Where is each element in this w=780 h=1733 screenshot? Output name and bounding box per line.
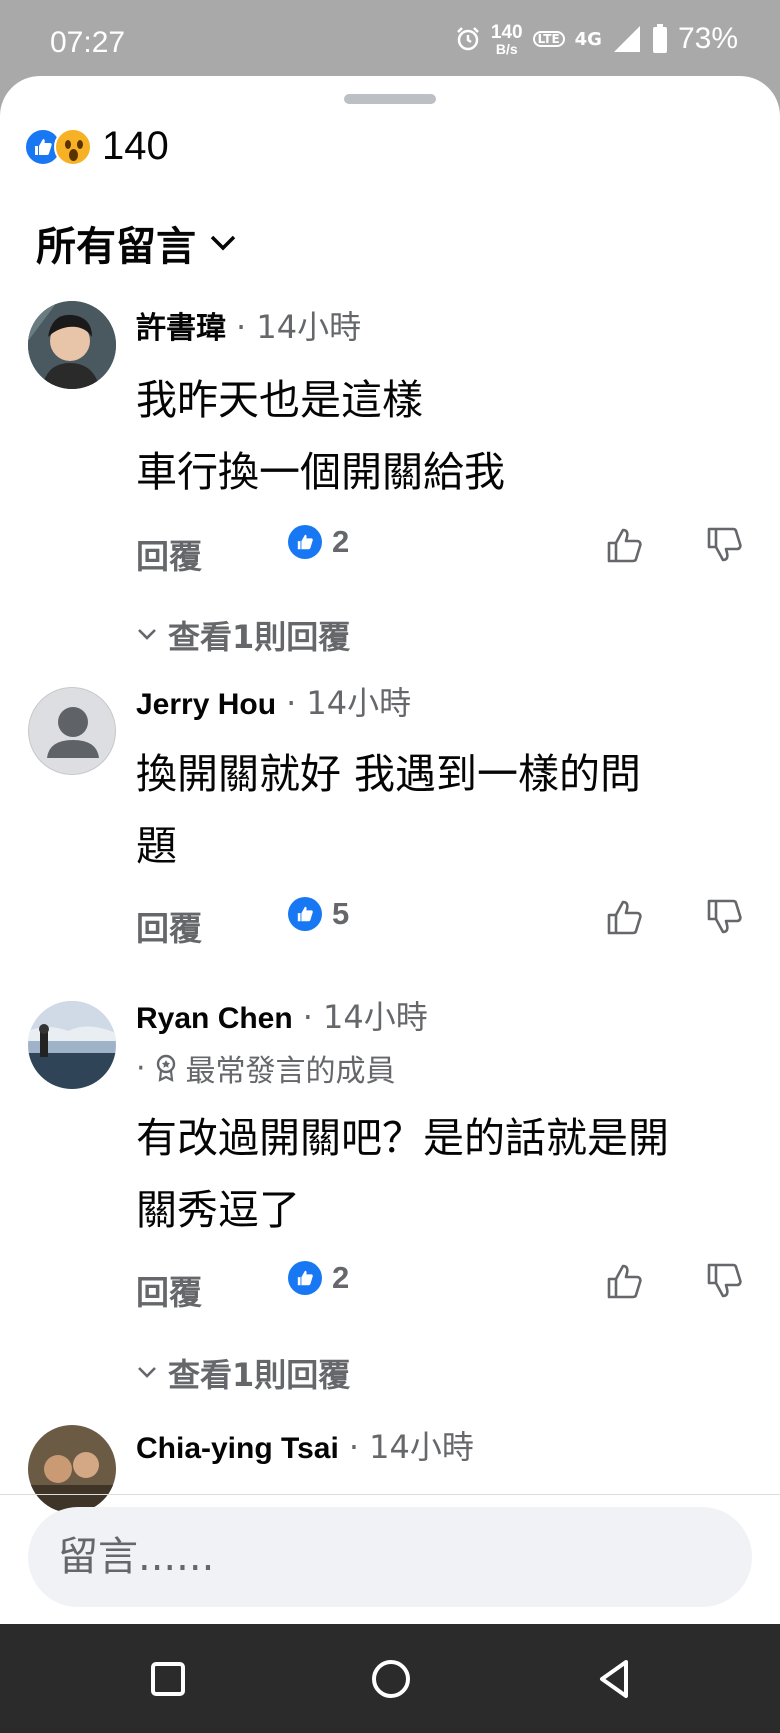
thumbs-down-icon[interactable] [706, 526, 744, 564]
like-icon [288, 1261, 322, 1295]
view-replies-link[interactable]: 查看1則回覆 [136, 1350, 350, 1396]
comment-likes[interactable]: 2 [288, 1260, 349, 1296]
recents-icon[interactable] [145, 1656, 191, 1702]
default-avatar-icon [47, 707, 99, 758]
comment-likes[interactable]: 2 [288, 524, 349, 560]
home-icon[interactable] [368, 1656, 414, 1702]
thumbs-up-icon[interactable] [606, 526, 644, 564]
net-speed: 140 B/s [490, 21, 523, 57]
filter-label: 所有留言 [36, 224, 196, 270]
reply-button[interactable]: 回覆 [136, 1266, 202, 1314]
composer-divider [0, 1494, 780, 1495]
wow-icon [54, 127, 92, 166]
comment-filter-dropdown[interactable]: 所有留言 [36, 214, 238, 272]
like-count: 2 [332, 524, 350, 559]
chevron-down-icon [210, 235, 236, 251]
reply-button[interactable]: 回覆 [136, 902, 202, 950]
system-nav-bar [0, 1624, 780, 1733]
comment-time[interactable]: · 14小時 [236, 302, 361, 348]
comment-time[interactable]: · 14小時 [303, 992, 428, 1038]
view-replies-link[interactable]: 查看1則回覆 [136, 612, 350, 658]
like-icon [288, 525, 322, 559]
battery-level: 73% [677, 22, 738, 55]
comment-input[interactable] [28, 1507, 752, 1607]
reaction-count: 140 [102, 124, 169, 168]
comment-text: 換開關就好 我遇到一樣的問 題 [136, 750, 642, 870]
commenter-name[interactable]: Ryan Chen [136, 1002, 293, 1036]
thumbs-down-icon[interactable] [706, 898, 744, 936]
comment-text: 有改過開關吧？是的話就是開 關秀逗了 [136, 1114, 669, 1234]
signal-icon [613, 26, 640, 52]
avatar[interactable] [28, 1001, 116, 1089]
commenter-name[interactable]: 許書瑋 [136, 303, 226, 347]
comment-composer[interactable] [28, 1507, 752, 1607]
drag-handle[interactable] [344, 94, 436, 104]
battery-icon [652, 24, 667, 53]
member-badge: · 最常發言的成員 [136, 1050, 396, 1090]
avatar[interactable] [28, 687, 116, 775]
thumbs-down-icon[interactable] [706, 1262, 744, 1300]
reactions-summary[interactable]: 140 [24, 124, 169, 169]
comments-sheet: 140 所有留言 許書瑋 · 14小時 我昨天也是這樣 車行換一個開關給我 回覆 [0, 76, 780, 1624]
alarm-icon [457, 27, 479, 51]
volte-icon: LTE [532, 31, 565, 47]
thumbs-up-icon[interactable] [606, 898, 644, 936]
avatar[interactable] [28, 1425, 116, 1513]
chevron-down-icon [138, 1367, 156, 1378]
comment-time[interactable]: · 14小時 [286, 678, 411, 724]
network-type: 4G [574, 28, 602, 50]
commenter-name[interactable]: Chia-ying Tsai [136, 1432, 339, 1466]
chevron-down-icon [138, 629, 156, 640]
comment-likes[interactable]: 5 [288, 896, 349, 932]
badge-icon [156, 1054, 175, 1082]
status-time: 07:27 [50, 26, 126, 59]
status-icons: 140 B/s LTE 4G 73% [455, 22, 738, 56]
back-icon[interactable] [592, 1656, 638, 1702]
like-count: 2 [332, 1260, 350, 1295]
thumbs-up-icon[interactable] [606, 1262, 644, 1300]
reply-button[interactable]: 回覆 [136, 530, 202, 578]
avatar[interactable] [28, 301, 116, 389]
like-count: 5 [332, 896, 350, 931]
like-icon [288, 897, 322, 931]
commenter-name[interactable]: Jerry Hou [136, 688, 276, 722]
comment-text: 我昨天也是這樣 車行換一個開關給我 [136, 376, 505, 496]
status-bar: 07:27 140 B/s LTE 4G 73% [0, 0, 780, 78]
comment-time[interactable]: · 14小時 [349, 1422, 474, 1468]
